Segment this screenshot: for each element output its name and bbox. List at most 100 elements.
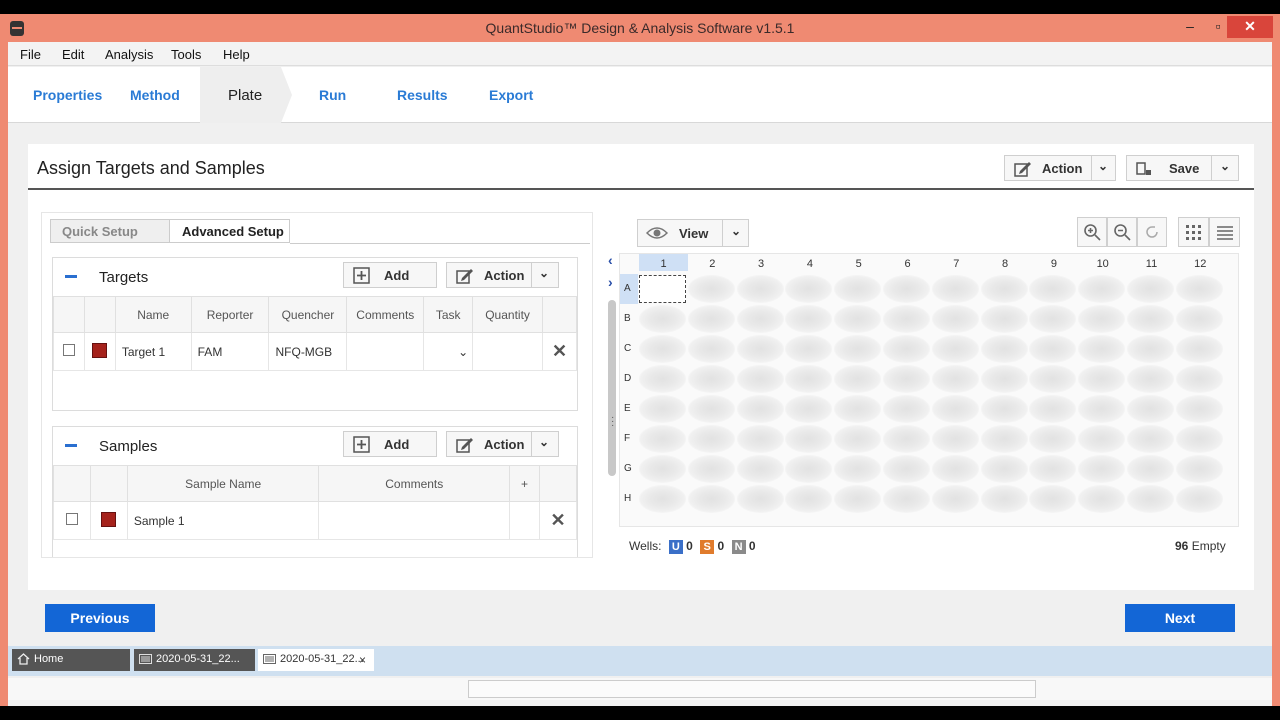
plate-well[interactable] (785, 485, 833, 513)
plate-well[interactable] (1078, 275, 1126, 303)
plate-well[interactable] (1078, 335, 1126, 363)
plate-well[interactable] (736, 455, 784, 483)
plate-well[interactable] (980, 455, 1028, 483)
plate-well[interactable] (1175, 485, 1223, 513)
plate-well[interactable] (639, 275, 686, 303)
tab-quick-setup[interactable]: Quick Setup (50, 219, 170, 243)
samples-action-button[interactable]: Action ⌄ (446, 431, 559, 457)
plate-well[interactable] (1175, 425, 1223, 453)
plate-well[interactable] (931, 455, 979, 483)
tab-export[interactable]: Export (489, 87, 533, 103)
plate-well[interactable] (687, 455, 735, 483)
plate-well[interactable] (1175, 335, 1223, 363)
plate-well[interactable] (834, 425, 882, 453)
plate-well[interactable] (883, 425, 930, 453)
plate-well[interactable] (931, 395, 979, 423)
target-quantity-cell[interactable] (472, 332, 544, 371)
sample-comments-cell[interactable] (318, 501, 511, 540)
plate-well[interactable] (883, 305, 930, 333)
menu-tools[interactable]: Tools (171, 47, 201, 62)
target-comments-cell[interactable] (346, 332, 425, 371)
target-reporter-cell[interactable]: FAM (190, 332, 270, 371)
plate-well[interactable] (834, 305, 882, 333)
delete-target-icon[interactable]: ✕ (552, 341, 567, 361)
plate-well[interactable] (1029, 455, 1077, 483)
plate-well[interactable] (1078, 425, 1126, 453)
menu-file[interactable]: File (20, 47, 41, 62)
add-target-button[interactable]: Add (343, 262, 437, 288)
plate-well[interactable] (980, 425, 1028, 453)
plate-well[interactable] (1029, 305, 1077, 333)
tab-properties[interactable]: Properties (33, 87, 102, 103)
plate-well[interactable] (1127, 275, 1174, 303)
tab-run[interactable]: Run (319, 87, 346, 103)
plate-column-label[interactable]: 10 (1078, 258, 1127, 270)
plate-well[interactable] (931, 425, 979, 453)
plate-column-label[interactable]: 12 (1176, 258, 1225, 270)
plate-well[interactable] (883, 455, 930, 483)
plate-column-label[interactable]: 1 (639, 258, 688, 270)
plate-well[interactable] (687, 425, 735, 453)
tab-advanced-setup[interactable]: Advanced Setup (169, 219, 290, 243)
plate-row-label[interactable]: E (624, 403, 631, 414)
plate-well[interactable] (834, 365, 882, 393)
plate-well[interactable] (1175, 365, 1223, 393)
plate-well[interactable] (687, 335, 735, 363)
plate-row-label[interactable]: D (624, 373, 631, 384)
plate-well[interactable] (639, 365, 686, 393)
plate-row-label[interactable]: H (624, 493, 631, 504)
plate-well[interactable] (736, 305, 784, 333)
plate-well[interactable] (980, 365, 1028, 393)
plate-well[interactable] (1175, 395, 1223, 423)
setup-scrollbar[interactable] (608, 300, 616, 476)
plate-well[interactable] (980, 275, 1028, 303)
plate-well[interactable] (931, 305, 979, 333)
col-sample-name[interactable]: Sample Name (126, 465, 320, 502)
plate-well[interactable] (785, 395, 833, 423)
col-comments[interactable]: Comments (346, 296, 425, 333)
plate-well[interactable] (834, 485, 882, 513)
plate-column-label[interactable]: 7 (932, 258, 981, 270)
plate-well[interactable] (687, 305, 735, 333)
collapse-samples-icon[interactable] (65, 444, 77, 447)
previous-button[interactable]: Previous (45, 604, 155, 632)
plate-well[interactable] (639, 485, 686, 513)
plate-column-label[interactable]: 9 (1029, 258, 1078, 270)
plate-row-label[interactable]: G (624, 463, 632, 474)
sample-name-cell[interactable]: Sample 1 (126, 501, 320, 540)
plate-well[interactable] (1078, 395, 1126, 423)
sample-color-swatch[interactable] (101, 511, 117, 527)
tab-home[interactable]: Home (12, 649, 130, 671)
plate-well[interactable] (639, 425, 686, 453)
plate-column-label[interactable]: 11 (1127, 258, 1176, 270)
target-name-cell[interactable]: Target 1 (114, 332, 192, 371)
save-button[interactable]: Save ⌄ (1126, 155, 1239, 181)
plate-well[interactable] (1078, 485, 1126, 513)
plate-well[interactable] (639, 455, 686, 483)
col-name[interactable]: Name (114, 296, 192, 333)
plate-well[interactable] (834, 455, 882, 483)
collapse-targets-icon[interactable] (65, 275, 77, 278)
plate-well[interactable] (1127, 305, 1174, 333)
col-quantity[interactable]: Quantity (472, 296, 544, 333)
plate-well[interactable] (883, 395, 930, 423)
plate-well[interactable] (736, 335, 784, 363)
plate-well[interactable] (980, 335, 1028, 363)
plate-well[interactable] (639, 335, 686, 363)
plate-row-label[interactable]: B (624, 313, 631, 324)
tab-method[interactable]: Method (130, 87, 180, 103)
plate-well[interactable] (785, 335, 833, 363)
plate-well[interactable] (1175, 305, 1223, 333)
plate-well[interactable] (931, 275, 979, 303)
plate-well[interactable] (785, 275, 833, 303)
menu-help[interactable]: Help (223, 47, 250, 62)
plate-well[interactable] (1127, 365, 1174, 393)
tab-plate[interactable]: Plate (200, 67, 292, 123)
maximize-button[interactable]: ▫ (1208, 16, 1228, 38)
close-tab-icon[interactable]: × (359, 650, 366, 670)
grid-view-button[interactable] (1178, 217, 1209, 247)
target-quencher-cell[interactable]: NFQ-MGB (268, 332, 348, 371)
col-comments[interactable]: Comments (318, 465, 511, 502)
plate-well[interactable] (1029, 275, 1077, 303)
zoom-out-button[interactable] (1107, 217, 1137, 247)
